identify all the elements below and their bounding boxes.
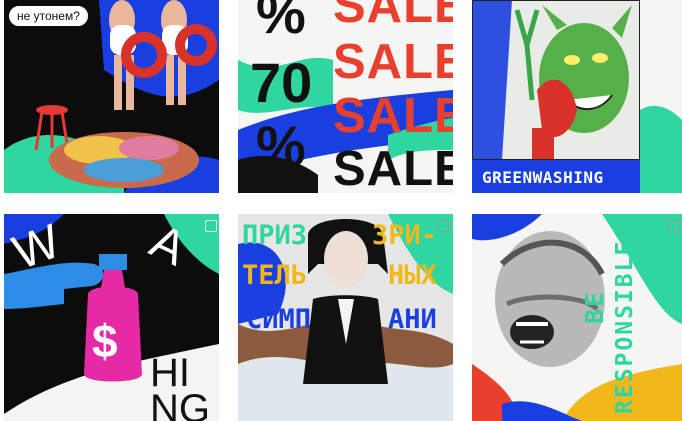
russian-word-4: НЫХ	[388, 260, 437, 291]
collage-art	[472, 214, 682, 421]
post-tile-responsible[interactable]: BE RESPONSIBLE	[472, 214, 682, 421]
russian-word-2: ЗРИ-	[372, 220, 438, 251]
post-tile-sale[interactable]: % 70 % SALE SALE SALE SALE	[238, 0, 453, 193]
post-tile-film[interactable]: ПРИЗ ЗРИ- ТЕЛЬ НЫХ СИМП АНИ	[238, 214, 453, 421]
sale-text-3: SALE	[333, 89, 453, 143]
ng-text: NG	[150, 387, 210, 421]
speech-bubble: не утонем?	[8, 5, 89, 27]
be-text: BE	[580, 289, 609, 324]
russian-word-3: ТЕЛЬ	[242, 260, 308, 291]
post-tile-greenwashing[interactable]: GREENWASHING	[472, 0, 682, 193]
dollar-icon: $	[92, 315, 118, 367]
responsible-text: RESPONSIBLE	[612, 239, 638, 414]
multiple-posts-icon	[437, 220, 449, 232]
multiple-posts-icon	[668, 220, 680, 232]
multiple-posts-icon	[205, 220, 217, 232]
russian-word-5: СИМП	[246, 304, 312, 335]
percent-bottom: %	[256, 114, 306, 177]
russian-word-6: АНИ	[388, 304, 437, 335]
seventy-text: 70	[250, 51, 313, 114]
post-tile-washing[interactable]: W A $ HI NG	[4, 214, 219, 421]
sale-text-1: SALE	[333, 0, 453, 33]
collage-art	[4, 0, 219, 193]
sale-text-2: SALE	[333, 35, 453, 89]
percent-top: %	[256, 0, 306, 45]
russian-word-1: ПРИЗ	[242, 220, 308, 251]
sale-text-4: SALE	[333, 142, 453, 194]
greenwashing-caption: GREENWASHING	[482, 168, 604, 187]
post-tile-drowning[interactable]: не утонем?	[4, 0, 219, 193]
